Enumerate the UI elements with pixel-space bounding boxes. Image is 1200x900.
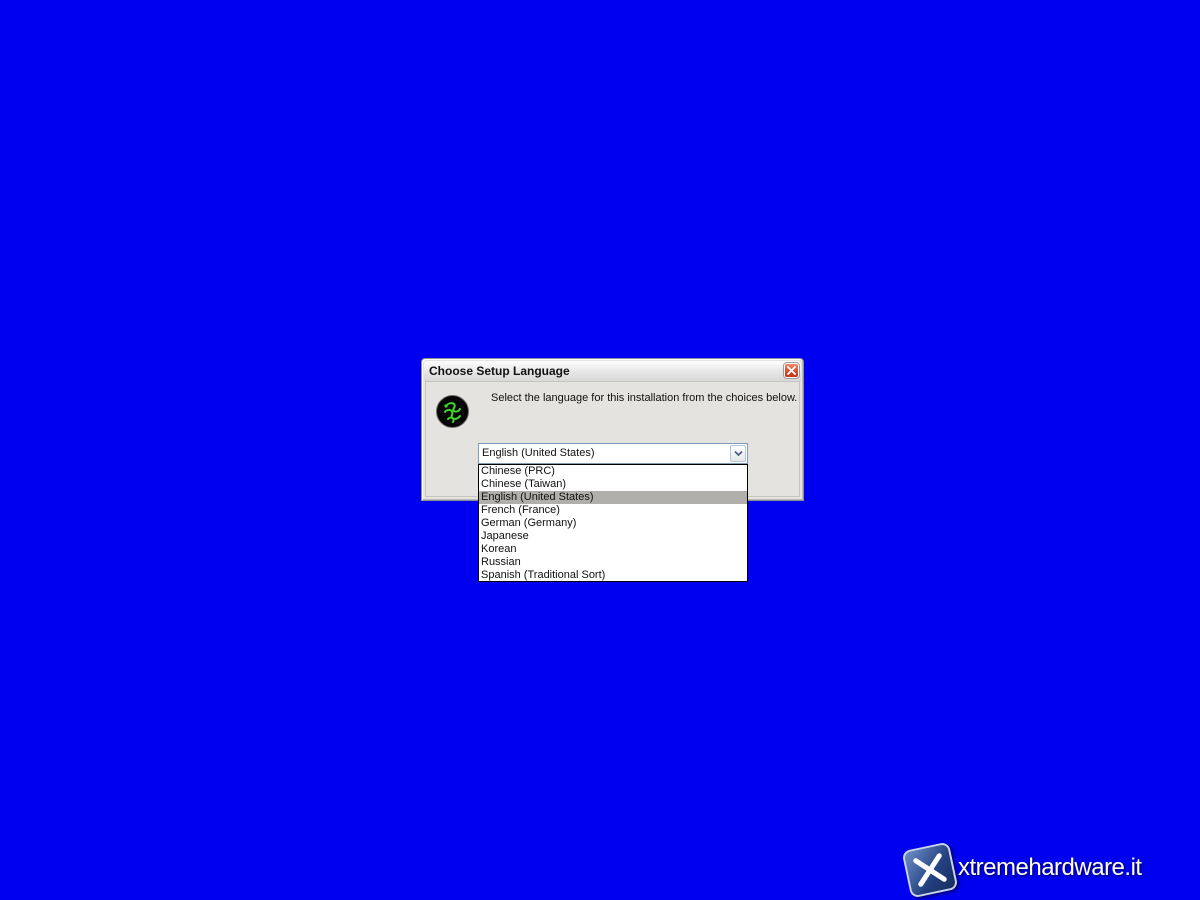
watermark-x-logo-icon [901, 841, 959, 899]
language-option[interactable]: Russian [479, 556, 747, 569]
language-option[interactable]: French (France) [479, 504, 747, 517]
desktop: Choose Setup Language Select the languag… [0, 0, 1200, 900]
watermark-text: xtremehardware.it [958, 854, 1142, 881]
language-option[interactable]: Japanese [479, 530, 747, 543]
close-x-icon [787, 366, 796, 375]
combobox-dropdown-button[interactable] [730, 445, 746, 462]
language-option[interactable]: Korean [479, 543, 747, 556]
language-combobox[interactable]: English (United States) [478, 443, 748, 464]
watermark: xtremehardware.it [901, 841, 1182, 899]
dialog-titlebar[interactable]: Choose Setup Language [424, 361, 801, 381]
language-option[interactable]: Chinese (PRC) [479, 465, 747, 478]
language-dropdown-list[interactable]: Chinese (PRC) Chinese (Taiwan) English (… [478, 464, 748, 582]
chevron-down-icon [733, 450, 743, 457]
language-option-selected[interactable]: English (United States) [479, 491, 747, 504]
close-button[interactable] [783, 362, 800, 379]
razer-snake-logo-icon [436, 395, 469, 428]
language-option[interactable]: Spanish (Traditional Sort) [479, 569, 747, 582]
dialog-title: Choose Setup Language [429, 364, 570, 378]
language-combobox-value: English (United States) [482, 447, 595, 459]
language-option[interactable]: Chinese (Taiwan) [479, 478, 747, 491]
language-option[interactable]: German (Germany) [479, 517, 747, 530]
dialog-prompt-text: Select the language for this installatio… [491, 392, 798, 404]
